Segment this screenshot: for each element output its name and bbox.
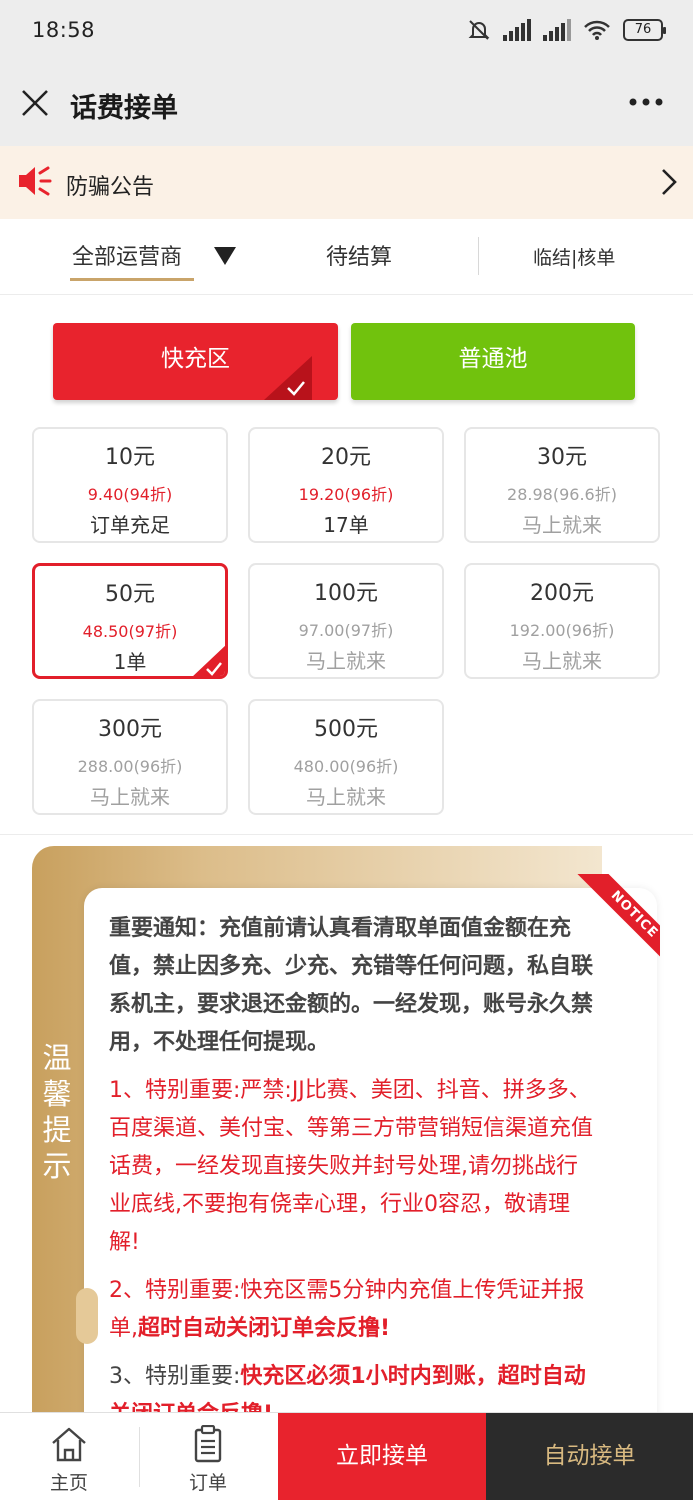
card-face-value: 30元	[537, 445, 587, 470]
battery-icon: 76	[623, 19, 666, 41]
card-face-value: 20元	[321, 445, 371, 470]
tab-review[interactable]: 临结|核单	[533, 243, 615, 270]
card-status: 马上就来	[90, 785, 170, 809]
home-tab[interactable]: 主页	[0, 1413, 138, 1500]
card-status: 马上就来	[522, 649, 602, 673]
tips-side-char: 提	[42, 1113, 72, 1147]
clipboard-icon	[194, 1425, 222, 1463]
card-price: 288.00(96折)	[77, 757, 183, 776]
tab-all-carriers[interactable]: 全部运营商	[72, 239, 182, 271]
denomination-card[interactable]: 100元 97.00(97折) 马上就来	[248, 563, 444, 679]
normal-pool-button[interactable]: 普通池	[351, 323, 635, 400]
card-status: 订单充足	[90, 513, 170, 537]
tips-notch	[76, 1288, 98, 1344]
card-price: 192.00(96折)	[509, 621, 615, 640]
tips-side-label: 温 馨 提 示	[32, 1040, 82, 1184]
chevron-right-icon	[662, 169, 677, 195]
card-face-value: 10元	[105, 445, 155, 470]
wifi-icon	[584, 20, 610, 40]
status-icons: 76	[467, 18, 666, 42]
signal-icon-2	[543, 19, 571, 41]
denomination-card[interactable]: 200元 192.00(96折) 马上就来	[464, 563, 660, 679]
card-status: 马上就来	[306, 649, 386, 673]
tab-divider	[478, 237, 479, 275]
card-face-value: 300元	[98, 717, 162, 742]
selected-check-icon	[264, 356, 312, 400]
card-price: 480.00(96折)	[293, 757, 399, 776]
card-price: 97.00(97折)	[298, 621, 394, 640]
mute-bell-icon	[468, 20, 490, 40]
section-divider	[0, 834, 693, 835]
tips-side-char: 温	[42, 1041, 72, 1075]
close-icon[interactable]	[20, 88, 50, 118]
denomination-card[interactable]: 30元 28.98(96.6折) 马上就来	[464, 427, 660, 543]
denomination-card[interactable]: 500元 480.00(96折) 马上就来	[248, 699, 444, 815]
more-icon[interactable]	[629, 92, 663, 112]
bottom-bar: 主页 订单 立即接单 自动接单	[0, 1412, 693, 1500]
card-face-value: 50元	[105, 582, 155, 607]
active-tab-underline	[70, 278, 194, 281]
denomination-card[interactable]: 10元 9.40(94折) 订单充足	[32, 427, 228, 543]
anti-fraud-notice-bar[interactable]: 防骗公告	[0, 146, 693, 219]
important-notice: 重要通知：充值前请认真看清取单面值金额在充值，禁止因多充、少充、充错等任何问题，…	[109, 916, 594, 1055]
speaker-icon	[19, 166, 52, 196]
status-time: 18:58	[32, 18, 96, 42]
nav-bar: 话费接单	[0, 62, 693, 146]
rule-3-text: 3、特别重要:	[109, 1364, 241, 1389]
rule-2-emphasis: 超时自动关闭订单会反撸!	[138, 1316, 391, 1341]
tips-side-char: 示	[42, 1149, 72, 1183]
fast-zone-label: 快充区	[161, 346, 230, 372]
denomination-card[interactable]: 20元 19.20(96折) 17单	[248, 427, 444, 543]
rule-1: 1、特别重要:严禁:JJ比赛、美团、抖音、拼多多、百度渠道、美付宝、等第三方带营…	[109, 1078, 594, 1255]
orders-tab[interactable]: 订单	[139, 1413, 277, 1500]
rule-2: 2、特别重要:快充区需5分钟内充值上传凭证并报单,超时自动关闭订单会反撸!	[109, 1272, 597, 1348]
selected-check-icon	[193, 645, 225, 676]
denomination-card[interactable]: 50元 48.50(97折) 1单	[32, 563, 228, 679]
card-price: 9.40(94折)	[87, 485, 173, 504]
card-status: 马上就来	[306, 785, 386, 809]
card-face-value: 200元	[530, 581, 594, 606]
normal-pool-label: 普通池	[458, 346, 528, 372]
orders-label: 订单	[188, 1472, 227, 1494]
accept-now-button[interactable]: 立即接单	[278, 1413, 486, 1500]
tips-body: 重要通知：充值前请认真看清取单面值金额在充值，禁止因多充、少充、充错等任何问题，…	[109, 910, 597, 1434]
card-price: 48.50(97折)	[82, 622, 178, 641]
fast-zone-button[interactable]: 快充区	[53, 323, 338, 400]
tips-side-char: 馨	[42, 1077, 72, 1111]
filter-tabs: 全部运营商 待结算 临结|核单	[0, 219, 693, 295]
page-title: 话费接单	[70, 93, 178, 124]
card-price: 28.98(96.6折)	[507, 485, 617, 504]
home-label: 主页	[49, 1472, 88, 1494]
card-status: 17单	[323, 513, 369, 537]
card-status: 马上就来	[522, 513, 602, 537]
card-price: 19.20(96折)	[298, 485, 394, 504]
signal-icon	[503, 19, 531, 41]
status-bar: 18:58 76	[0, 0, 693, 62]
tab-pending-settlement[interactable]: 待结算	[326, 239, 392, 271]
card-face-value: 500元	[314, 717, 378, 742]
home-icon	[52, 1427, 86, 1462]
auto-accept-button[interactable]: 自动接单	[486, 1413, 693, 1500]
denomination-card[interactable]: 300元 288.00(96折) 马上就来	[32, 699, 228, 815]
notice-text: 防骗公告	[66, 175, 155, 200]
dropdown-arrow-icon[interactable]	[214, 247, 236, 265]
card-face-value: 100元	[314, 581, 378, 606]
